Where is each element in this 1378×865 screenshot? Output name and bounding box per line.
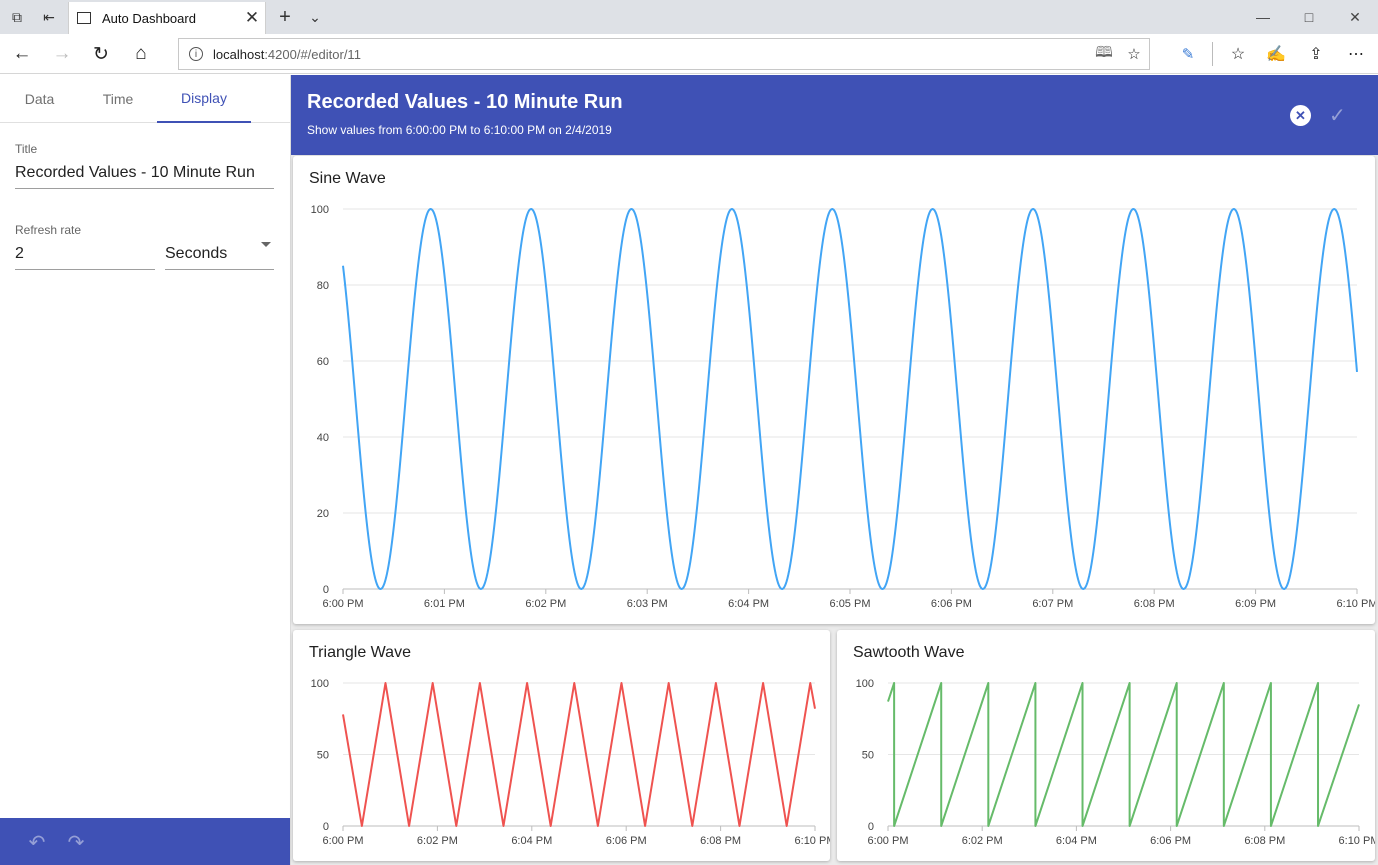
x-tick-label: 6:04 PM [728, 598, 769, 610]
refresh-rate-input[interactable]: 2 [15, 245, 155, 270]
x-tick-label: 6:05 PM [830, 598, 871, 610]
y-tick-label: 50 [317, 750, 329, 762]
x-tick-label: 6:04 PM [511, 835, 552, 847]
x-tick-label: 6:08 PM [1244, 835, 1285, 847]
share-icon[interactable]: ⇪ [1296, 34, 1336, 74]
sawtooth-wave-card: Sawtooth Wave 0 50 100 6:00 PM 6:02 PM 6:04 P… [837, 630, 1375, 861]
x-tick-label: 6:07 PM [1032, 598, 1073, 610]
browser-tab-title: Auto Dashboard [102, 10, 196, 26]
x-tick-label: 6:03 PM [627, 598, 668, 610]
browser-tab[interactable]: Auto Dashboard ✕ [68, 2, 266, 34]
x-tick-label: 6:04 PM [1056, 835, 1097, 847]
page-icon [77, 12, 91, 24]
y-tick-label: 100 [856, 678, 874, 690]
y-tick-label: 0 [868, 821, 874, 833]
sidebar-footer: ↶ ↷ [0, 818, 290, 865]
tab-display[interactable]: Display [157, 75, 251, 123]
y-tick-label: 80 [317, 280, 329, 292]
favorites-hub-icon[interactable]: ☆ [1218, 34, 1258, 74]
set-aside-tabs-icon[interactable]: ⇤ [32, 0, 66, 34]
y-tick-label: 60 [317, 356, 329, 368]
dashboard-subtitle: Show values from 6:00:00 PM to 6:10:00 P… [307, 123, 612, 137]
y-tick-label: 20 [317, 508, 329, 520]
triangle-wave-card: Triangle Wave 0 50 100 6:00 PM 6:02 PM 6:04 P… [293, 630, 830, 861]
sine-wave-chart: 0 20 40 60 80 100 6:00 PM 6:01 PM 6:02 PM 6:03 PM… [311, 204, 1375, 610]
title-field-label: Title [15, 142, 38, 156]
title-input[interactable]: Recorded Values - 10 Minute Run [15, 164, 274, 189]
series-line [342, 208, 1358, 590]
reading-view-icon[interactable]: 🕮 [1089, 42, 1119, 67]
x-tick-label: 6:00 PM [323, 835, 364, 847]
x-tick-label: 6:02 PM [525, 598, 566, 610]
extension-icon[interactable]: ✎ [1168, 34, 1208, 74]
x-tick-label: 6:00 PM [323, 598, 364, 610]
select-dropdown-arrow-icon[interactable] [261, 242, 271, 247]
back-arrow-icon[interactable]: ← [2, 34, 42, 74]
tab-data[interactable]: Data [0, 75, 79, 123]
x-tick-label: 6:09 PM [1235, 598, 1276, 610]
home-icon[interactable]: ⌂ [121, 34, 161, 74]
save-check-icon[interactable]: ✓ [1329, 103, 1346, 128]
y-tick-label: 100 [311, 678, 329, 690]
sine-wave-card: Sine Wave 0 20 40 60 80 100 6:00 PM 6:01 PM 6:02… [293, 156, 1375, 624]
x-tick-label: 6:08 PM [700, 835, 741, 847]
x-tick-label: 6:02 PM [417, 835, 458, 847]
web-note-pen-icon[interactable]: ✍ [1256, 34, 1296, 74]
forward-arrow-icon[interactable]: → [42, 34, 82, 74]
y-tick-label: 40 [317, 432, 329, 444]
address-bar[interactable]: i localhost:4200/#/editor/11 🕮 ☆ [178, 38, 1150, 70]
y-tick-label: 50 [862, 750, 874, 762]
site-info-icon[interactable]: i [189, 47, 203, 61]
x-tick-label: 6:08 PM [1134, 598, 1175, 610]
x-tick-label: 6:06 PM [931, 598, 972, 610]
toolbar-divider [1212, 42, 1213, 66]
sidebar-tabs: Data Time Display [0, 75, 290, 123]
tab-manager-icon[interactable]: ⧉ [0, 0, 34, 34]
editor-sidebar: Data Time Display Title Recorded Values … [0, 75, 291, 865]
x-tick-label: 6:10 PM [1339, 835, 1375, 847]
url-text[interactable]: localhost:4200/#/editor/11 [213, 47, 1089, 62]
redo-icon[interactable]: ↷ [62, 829, 90, 855]
browser-nav-bar: ← → ↻ ⌂ i localhost:4200/#/editor/11 🕮 ☆… [0, 34, 1378, 74]
browser-tab-bar: ⧉ ⇤ Auto Dashboard ✕ + ⌄ — □ ✕ [0, 0, 1378, 34]
close-tab-icon[interactable]: ✕ [239, 8, 265, 28]
x-tick-label: 6:02 PM [962, 835, 1003, 847]
maximize-icon[interactable]: □ [1286, 0, 1332, 34]
dashboard-title: Recorded Values - 10 Minute Run [307, 91, 623, 113]
minimize-icon[interactable]: — [1240, 0, 1286, 34]
x-tick-label: 6:10 PM [795, 835, 830, 847]
y-tick-label: 0 [323, 821, 329, 833]
cancel-close-icon[interactable]: ✕ [1290, 105, 1311, 126]
new-tab-icon[interactable]: + [268, 0, 302, 34]
x-tick-label: 6:00 PM [868, 835, 909, 847]
refresh-icon[interactable]: ↻ [81, 34, 121, 74]
x-tick-label: 6:01 PM [424, 598, 465, 610]
dashboard-header: Recorded Values - 10 Minute Run Show val… [291, 75, 1378, 155]
y-tick-label: 100 [311, 204, 329, 216]
x-tick-label: 6:06 PM [606, 835, 647, 847]
y-tick-label: 0 [323, 584, 329, 596]
sawtooth-wave-chart: 0 50 100 6:00 PM 6:02 PM 6:04 PM 6:06 PM 6:08 P… [856, 678, 1375, 847]
refresh-rate-label: Refresh rate [15, 223, 82, 237]
close-window-icon[interactable]: ✕ [1332, 0, 1378, 34]
x-tick-label: 6:10 PM [1337, 598, 1375, 610]
undo-icon[interactable]: ↶ [23, 829, 51, 855]
favorite-star-icon[interactable]: ☆ [1119, 45, 1149, 63]
more-menu-icon[interactable]: ⋯ [1336, 34, 1376, 74]
tab-list-chevron-down-icon[interactable]: ⌄ [298, 0, 332, 34]
x-tick-label: 6:06 PM [1150, 835, 1191, 847]
triangle-wave-chart: 0 50 100 6:00 PM 6:02 PM 6:04 PM 6:06 PM 6:08 P… [311, 678, 830, 847]
dashboard-main: Recorded Values - 10 Minute Run Show val… [291, 75, 1378, 865]
refresh-unit-select[interactable]: Seconds [165, 245, 274, 270]
tab-time[interactable]: Time [79, 75, 157, 123]
